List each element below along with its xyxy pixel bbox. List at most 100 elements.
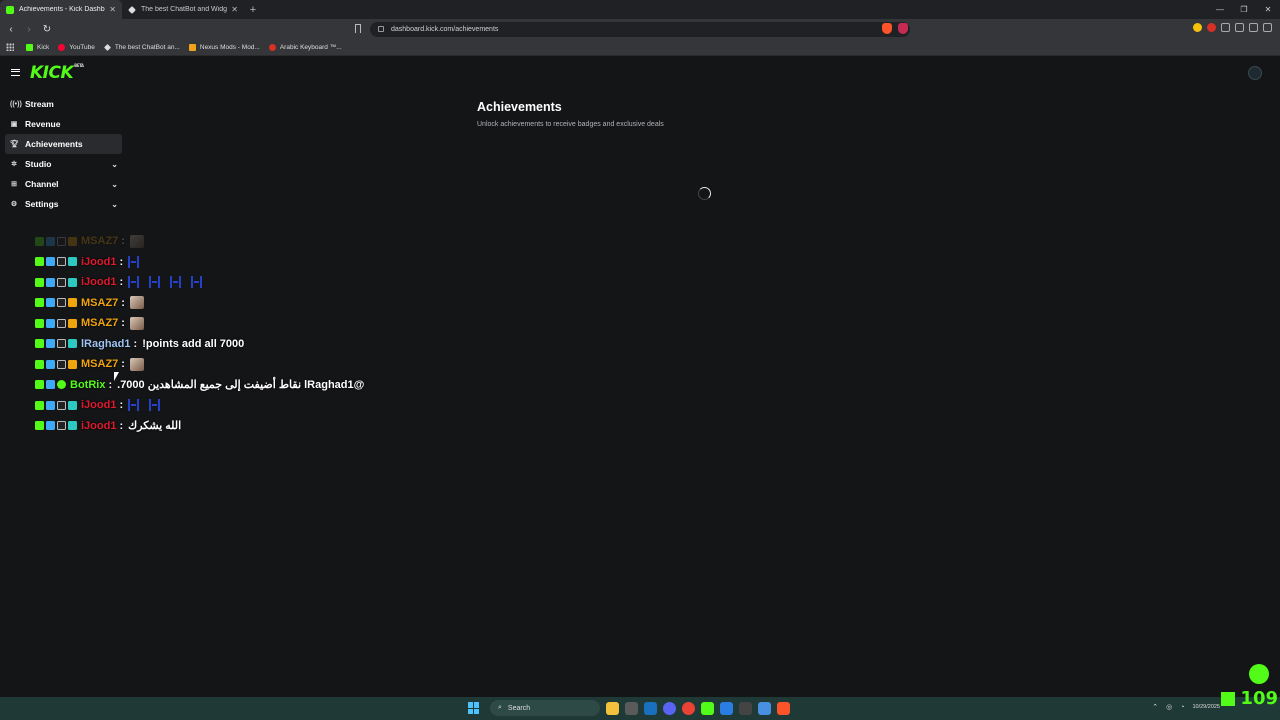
forward-icon[interactable]: › [22,24,36,35]
close-icon[interactable]: ✕ [109,5,116,14]
avatar[interactable] [1248,66,1262,80]
chat-username: MSAZ7 [81,296,119,309]
botrix-favicon-icon [128,5,136,14]
chat-message: MSAZ7: [35,231,455,252]
kick-icon [1221,691,1236,706]
sidebar-item-channel[interactable]: ⊞ Channel ⌄ [5,174,122,194]
page-subtitle: Unlock achievements to receive badges an… [477,121,664,128]
menu-icon[interactable] [1263,23,1272,32]
kick-app-icon[interactable] [701,701,714,715]
bookmark-kick[interactable]: Kick [26,43,49,51]
wallet-icon[interactable] [1235,23,1244,32]
badge-icon [35,277,44,287]
system-tray: ⌃ ◎ ◔ 10/29/2025 [1152,703,1220,712]
volume-icon[interactable]: ◔ [1180,704,1184,711]
url-text: dashboard.kick.com/achievements [391,25,499,33]
kick-logo[interactable]: KICKBETA [30,63,84,83]
chat-message: lRaghad1: !points add all 7000 [35,334,455,355]
kick-favicon-icon [6,5,14,14]
address-bar-actions [882,23,908,34]
clock-date: 10/29/2025 [1192,703,1220,710]
calculator-icon[interactable] [625,701,638,715]
badge-icon [46,380,55,390]
bookmark-icon[interactable] [355,24,361,33]
restore-icon[interactable]: ❐ [1232,0,1256,19]
network-icon[interactable]: ◎ [1166,703,1172,711]
badge-icon [68,400,77,410]
user-badges [35,421,77,431]
site-info-icon[interactable] [378,26,384,32]
chrome-icon[interactable] [682,701,695,715]
loading-spinner-icon [698,187,711,200]
search-icon: ⌕ [498,704,502,711]
chevron-up-icon[interactable]: ⌃ [1152,703,1158,711]
badge-icon [35,380,44,390]
new-tab-button[interactable]: + [244,0,262,19]
chat-emote-icon [129,296,144,310]
back-icon[interactable]: ‹ [4,24,18,35]
chevron-down-icon: ⌄ [111,159,118,169]
hamburger-menu-icon[interactable] [11,69,20,76]
chat-separator: : [119,399,124,412]
file-explorer-icon[interactable] [606,701,619,715]
brave-rewards-icon[interactable] [898,23,908,34]
windows-start-icon[interactable] [468,702,480,714]
badge-icon [57,359,66,369]
chat-username: MSAZ7 [81,317,119,330]
extension-icon[interactable] [1207,23,1216,32]
chat-username: BotRix [70,378,106,391]
chat-separator: : [119,255,124,268]
sidebar-item-settings[interactable]: ⚙︎ Settings ⌄ [5,194,122,214]
badge-icon [35,236,44,246]
chat-separator: : [121,235,125,248]
chat-username: iJood1 [81,276,117,289]
badge-icon [68,277,77,287]
sidebar-item-achievements[interactable]: 🏆︎ Achievements [5,134,122,154]
address-bar[interactable]: dashboard.kick.com/achievements [370,21,910,37]
apps-grid-icon[interactable] [6,43,14,51]
chat-separator: : [121,296,125,309]
badge-icon [35,400,44,410]
badge-icon [57,298,66,308]
app-icon[interactable] [739,701,752,715]
tab-achievements[interactable]: Achievements - Kick Dashboard ✕ [0,0,122,19]
tab-title: The best ChatBot and Widgets for K... [141,6,227,13]
chat-separator: : [119,419,124,432]
tab-botrix[interactable]: The best ChatBot and Widgets for K... ✕ [122,0,244,19]
sidebar-item-studio[interactable]: ✲ Studio ⌄ [5,154,122,174]
botrix-icon [103,43,111,51]
minimize-icon[interactable]: — [1208,0,1232,19]
discord-icon[interactable] [663,701,676,715]
chat-overlay: MSAZ7: iJood1: iJood1: MSAZ7: MSAZ7: lRaghad1… [35,231,455,436]
bookmarks-bar: Kick YouTube The best ChatBot an... Nexu… [0,39,1280,56]
app-icon[interactable] [720,701,733,715]
bookmark-arabic-keyboard[interactable]: Arabic Keyboard ™... [268,43,342,51]
chat-emote-icon [128,276,140,289]
badge-icon [46,318,55,328]
sidebar-item-revenue[interactable]: ▣ Revenue [5,114,122,134]
close-window-icon[interactable]: ✕ [1256,0,1280,19]
clock[interactable]: 10/29/2025 [1192,704,1220,711]
chat-widget-icon [1249,664,1269,684]
badge-icon [57,421,66,431]
chat-emote-icon [149,399,161,412]
app-icon[interactable] [758,701,771,715]
bookmark-botrix[interactable]: The best ChatBot an... [103,43,180,51]
extension-icon[interactable] [1193,23,1202,32]
steam-icon[interactable] [644,701,657,715]
brave-shields-icon[interactable] [882,23,892,34]
badge-icon [46,236,55,246]
reload-icon[interactable]: ↻ [40,24,54,35]
sidebar-icon[interactable] [1249,23,1258,32]
bookmark-youtube[interactable]: YouTube [58,43,95,51]
bookmark-label: The best ChatBot an... [114,43,180,51]
badge-icon [35,359,44,369]
close-icon[interactable]: ✕ [231,5,238,14]
taskbar-search[interactable]: ⌕ Search [490,700,600,716]
bookmark-nexus[interactable]: Nexus Mods - Mod... [188,43,260,51]
sidebar-item-label: Channel [25,179,59,189]
extensions-puzzle-icon[interactable] [1221,23,1230,32]
chat-separator: : [121,358,125,371]
sidebar-item-stream[interactable]: ((•)) Stream [5,94,122,114]
brave-icon[interactable] [777,701,790,715]
